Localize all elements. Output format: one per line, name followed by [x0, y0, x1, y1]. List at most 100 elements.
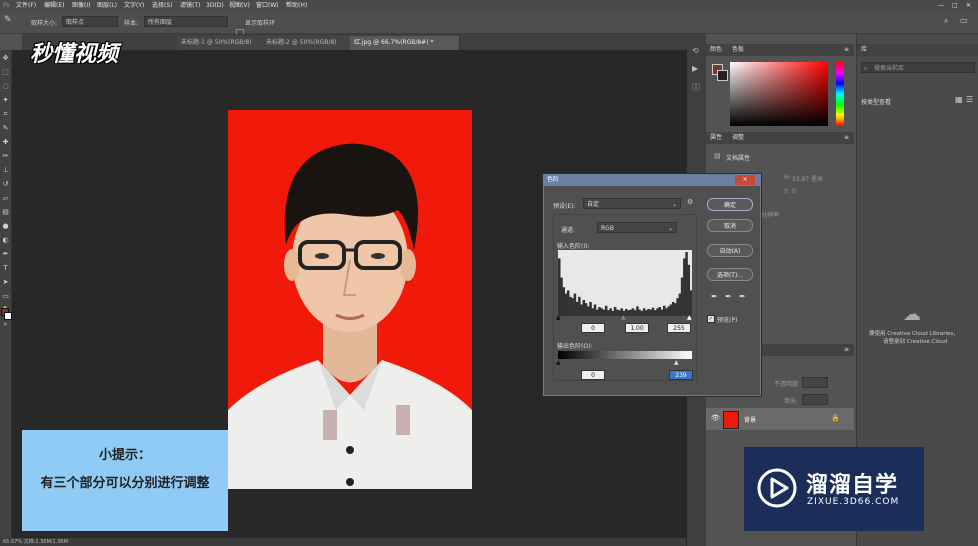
sample-select[interactable]: 所有图层: [144, 16, 228, 27]
pen-tool-icon[interactable]: ✒: [1, 250, 10, 259]
sample-size-select[interactable]: 取样点: [62, 16, 118, 27]
output-black-field[interactable]: 0: [581, 370, 605, 380]
visibility-eye-icon[interactable]: 👁: [711, 414, 720, 422]
gradient-tool-icon[interactable]: ▤: [1, 208, 10, 217]
white-point-slider[interactable]: ▲: [687, 314, 692, 321]
minimize-icon[interactable]: —: [938, 0, 944, 11]
brush-tool-icon[interactable]: ✏: [1, 152, 10, 161]
stamp-tool-icon[interactable]: ⊥: [1, 166, 10, 175]
channel-select[interactable]: RGB ⌄: [597, 222, 677, 233]
menu-select[interactable]: 选择(S): [152, 0, 173, 11]
input-black-field[interactable]: 0: [581, 323, 605, 333]
tab-properties[interactable]: 属性: [710, 132, 722, 144]
zoom-tool-icon[interactable]: ⌕: [1, 320, 10, 329]
tab-adjustments[interactable]: 调整: [732, 132, 744, 144]
panel-menu-icon[interactable]: ≡: [844, 44, 849, 56]
color-picker-field[interactable]: [730, 62, 828, 126]
cc-message-line1: 要使用 Creative Cloud Libraries，: [869, 331, 959, 337]
ok-button[interactable]: 确定: [707, 198, 753, 211]
history-brush-icon[interactable]: ↺: [1, 180, 10, 189]
crop-tool-icon[interactable]: ⌗: [1, 110, 10, 119]
menu-image[interactable]: 图像(I): [72, 0, 90, 11]
cancel-button[interactable]: 取消: [707, 219, 753, 232]
dialog-close-button[interactable]: ×: [735, 175, 755, 185]
histogram-bar: [582, 300, 586, 316]
white-eyedropper-icon[interactable]: ✒: [739, 292, 746, 301]
hue-slider[interactable]: [836, 62, 844, 126]
histogram-bar: [631, 308, 635, 316]
shape-tool-icon[interactable]: ▭: [1, 292, 10, 301]
move-tool-icon[interactable]: ✥: [1, 54, 10, 63]
blur-tool-icon[interactable]: ●: [1, 222, 10, 231]
input-white-field[interactable]: 255: [667, 323, 691, 333]
panel-menu-icon[interactable]: ≡: [844, 132, 849, 144]
eyedropper-icon[interactable]: ✎: [4, 15, 12, 25]
history-icon[interactable]: ⟲: [692, 46, 699, 55]
library-search-input[interactable]: ⌕ 搜索当前库: [861, 62, 975, 73]
histogram-bar: [587, 306, 590, 316]
path-select-icon[interactable]: ➤: [1, 278, 10, 287]
menu-type[interactable]: 文字(Y): [124, 0, 144, 11]
dialog-title-bar[interactable]: 色阶 ×: [543, 174, 761, 186]
close-window-icon[interactable]: ✕: [966, 0, 971, 11]
lock-icon[interactable]: 🔒: [831, 414, 840, 422]
workspace-icon[interactable]: ▭: [960, 16, 968, 25]
menu-edit[interactable]: 编辑(E): [44, 0, 64, 11]
dodge-tool-icon[interactable]: ◐: [1, 236, 10, 245]
preset-select[interactable]: 自定 ⌄: [583, 198, 681, 209]
actions-icon[interactable]: ▶: [692, 64, 698, 73]
tab-untitled-2[interactable]: 未标题-2 @ 50%(RGB/8): [262, 36, 357, 50]
layer-row-background[interactable]: 👁 背景 🔒: [706, 408, 854, 430]
tab-swatches[interactable]: 色板: [732, 44, 744, 56]
search-icon[interactable]: ⌕: [944, 16, 948, 26]
options-button[interactable]: 选项(T)...: [707, 268, 753, 281]
background-color-swatch[interactable]: [4, 312, 12, 320]
preview-checkbox[interactable]: ✓: [707, 315, 715, 323]
grid-view-icon[interactable]: ▦: [955, 95, 963, 104]
output-levels-label: 输出色阶(O):: [557, 343, 593, 350]
output-white-slider[interactable]: ▲: [674, 359, 679, 366]
maximize-icon[interactable]: □: [952, 0, 958, 11]
eyedropper-tool-icon[interactable]: ✎: [1, 124, 10, 133]
menu-bar: Ps 文件(F) 编辑(E) 图像(I) 图层(L) 文字(Y) 选择(S) 滤…: [0, 0, 978, 11]
input-sliders[interactable]: ▲ ▲ ▲: [556, 314, 692, 322]
type-tool-icon[interactable]: T: [1, 264, 10, 273]
tab-red-jpg[interactable]: 红.jpg @ 66.7%(RGB/8#) *: [350, 36, 460, 50]
black-eyedropper-icon[interactable]: ✒: [711, 292, 718, 301]
gray-eyedropper-icon[interactable]: ✒: [725, 292, 732, 301]
menu-layer[interactable]: 图层(L): [97, 0, 117, 11]
document-image[interactable]: [228, 110, 472, 489]
panel-menu-icon[interactable]: ≡: [844, 344, 849, 356]
background-swatch[interactable]: [717, 70, 728, 81]
view-by-type[interactable]: 按类型查看: [861, 97, 891, 106]
output-white-field[interactable]: 239: [669, 370, 693, 380]
tab-color[interactable]: 颜色: [710, 44, 722, 56]
histogram-bar: [685, 252, 688, 316]
menu-3d[interactable]: 3D(D): [206, 0, 224, 11]
channel-label: 通道:: [561, 227, 576, 234]
gamma-slider[interactable]: ▲: [621, 314, 626, 321]
menu-window[interactable]: 窗口(W): [256, 0, 279, 11]
marquee-tool-icon[interactable]: ⬚: [1, 68, 10, 77]
menu-view[interactable]: 视图(V): [229, 0, 250, 11]
output-black-slider[interactable]: ▲: [556, 359, 561, 366]
input-gamma-field[interactable]: 1.00: [625, 323, 649, 333]
healing-tool-icon[interactable]: ✚: [1, 138, 10, 147]
menu-filter[interactable]: 滤镜(T): [180, 0, 200, 11]
menu-file[interactable]: 文件(F): [16, 0, 36, 11]
info-icon[interactable]: ⓘ: [692, 82, 700, 93]
list-view-icon[interactable]: ☰: [966, 95, 973, 104]
lasso-tool-icon[interactable]: ◌: [1, 82, 10, 91]
eraser-tool-icon[interactable]: ▱: [1, 194, 10, 203]
auto-button[interactable]: 自动(A): [707, 244, 753, 257]
fill-field[interactable]: [802, 394, 828, 405]
status-bar: 66.67% 文档:1.36M/1.36M: [0, 538, 686, 546]
preset-options-icon[interactable]: ⚙: [687, 198, 693, 206]
menu-help[interactable]: 帮助(H): [286, 0, 307, 11]
black-point-slider[interactable]: ▲: [556, 314, 561, 321]
opacity-field[interactable]: [802, 377, 828, 388]
ps-logo-icon[interactable]: Ps: [3, 0, 10, 11]
quick-select-icon[interactable]: ✦: [1, 96, 10, 105]
document-icon: ▤: [714, 152, 721, 160]
tab-libraries[interactable]: 库: [861, 44, 867, 56]
